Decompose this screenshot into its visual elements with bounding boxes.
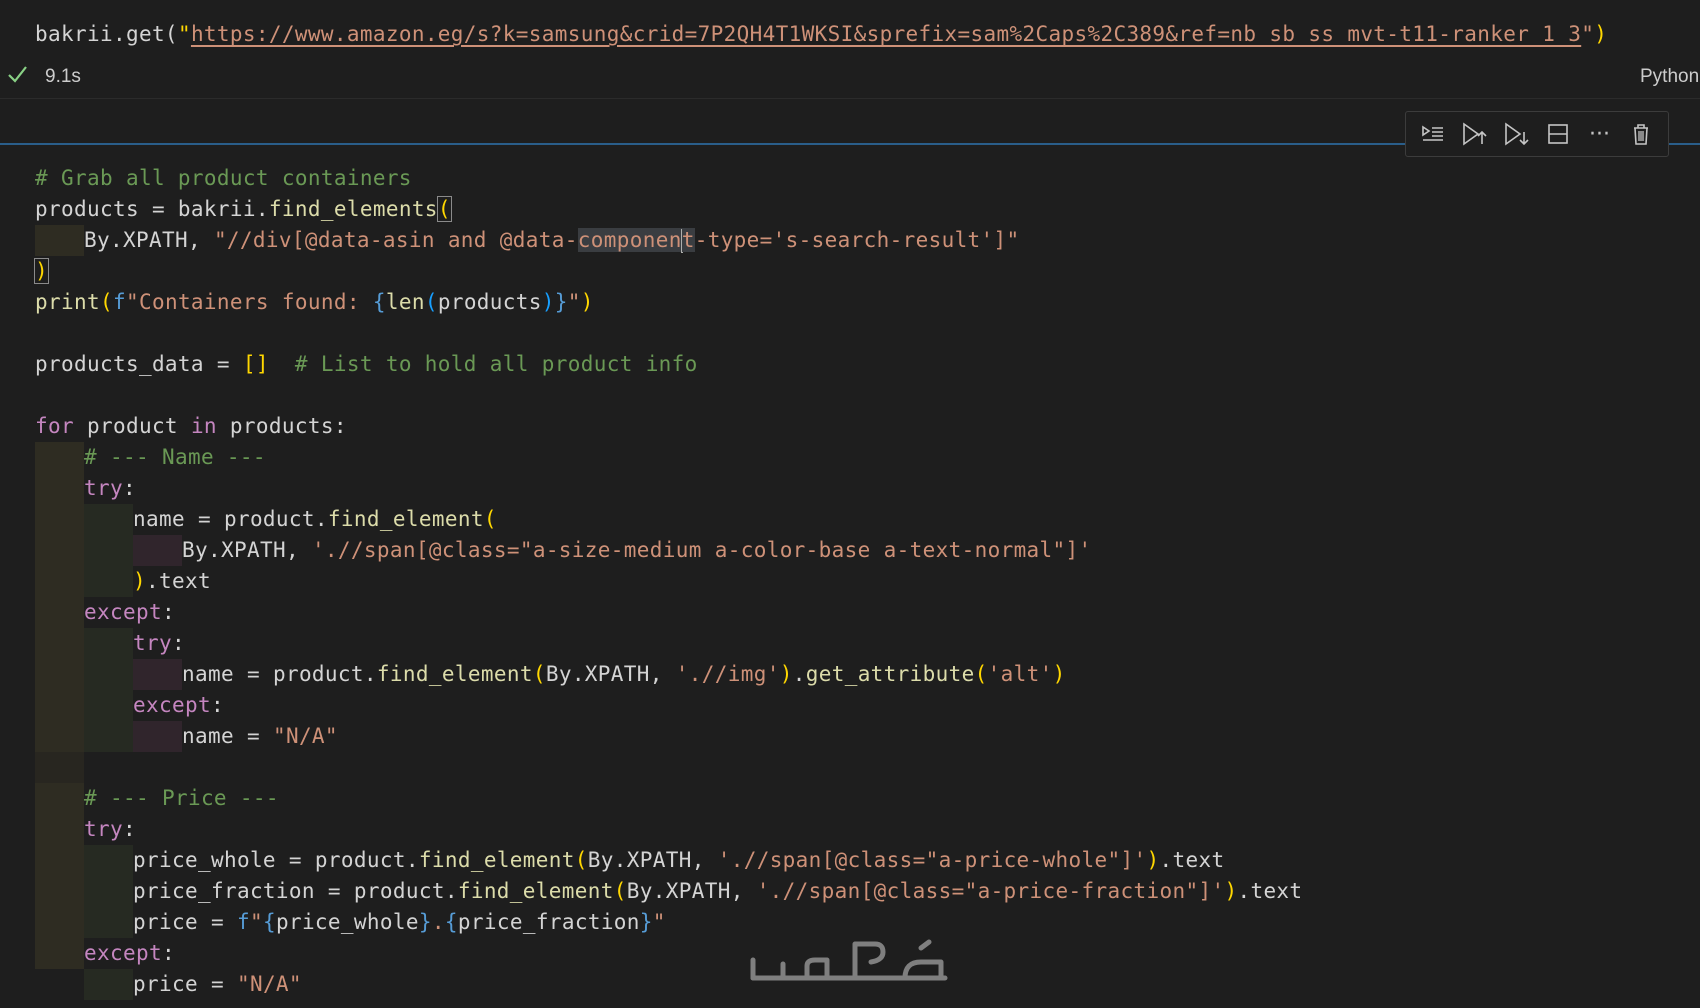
code-line[interactable]: By.XPATH, './/span[@class="a-size-medium…	[182, 535, 1092, 566]
split-cell-button[interactable]	[1541, 117, 1575, 151]
code-line[interactable]: except:	[84, 597, 175, 628]
run-by-line-icon	[1422, 125, 1443, 141]
notebook-editor: bakrii.get("https://www.amazon.eg/s?k=sa…	[0, 0, 1700, 1008]
indent-guide	[35, 225, 84, 256]
execute-above-button[interactable]	[1457, 117, 1491, 151]
indent-guide	[35, 442, 84, 752]
code-line[interactable]: price_whole = product.find_element(By.XP…	[133, 845, 1224, 876]
code-line[interactable]: print(f"Containers found: {len(products)…	[35, 287, 594, 318]
code-line[interactable]: ).text	[133, 566, 211, 597]
code-line[interactable]: price_fraction = product.find_element(By…	[133, 876, 1302, 907]
run-by-line-button[interactable]	[1416, 117, 1450, 151]
execute-above-icon	[1463, 122, 1488, 146]
code-line[interactable]: name = product.find_element(By.XPATH, '.…	[182, 659, 1066, 690]
indent-guide	[35, 783, 84, 969]
indent-guide	[84, 628, 133, 752]
indent-guide	[133, 721, 182, 752]
indent-guide	[84, 969, 133, 1000]
indent-guide	[84, 504, 133, 597]
code-line[interactable]: name = product.find_element(	[133, 504, 497, 535]
cell-toolbar: ···	[1405, 111, 1669, 157]
code-line[interactable]: except:	[133, 690, 224, 721]
delete-icon	[1634, 124, 1649, 145]
code-line[interactable]: products_data = [] # List to hold all pr…	[35, 349, 698, 380]
code-line[interactable]: try:	[133, 628, 185, 659]
code-line[interactable]: # Grab all product containers	[35, 163, 412, 194]
execution-time: 9.1s	[45, 66, 81, 87]
code-line[interactable]: name = "N/A"	[182, 721, 338, 752]
cell-language-label[interactable]: Python	[1640, 66, 1700, 88]
previous-code-cell[interactable]: bakrii.get("https://www.amazon.eg/s?k=sa…	[0, 0, 1700, 99]
code-line[interactable]: try:	[84, 473, 136, 504]
more-actions-button[interactable]: ···	[1582, 117, 1616, 151]
check-icon	[8, 66, 27, 83]
indent-guide	[133, 535, 182, 566]
code-line[interactable]: By.XPATH, "//div[@data-asin and @data-co…	[84, 225, 1020, 256]
url-link[interactable]: https://www.amazon.eg/s?k=samsung&crid=7…	[191, 22, 1581, 46]
split-cell-icon	[1547, 124, 1568, 144]
code-line[interactable]: products = bakrii.find_elements(	[35, 194, 452, 225]
indent-guide	[84, 845, 133, 938]
execute-below-icon	[1505, 122, 1529, 146]
delete-cell-button[interactable]	[1624, 117, 1658, 151]
code-line[interactable]: for product in products:	[35, 411, 347, 442]
more-icon: ···	[1588, 121, 1610, 147]
code-line[interactable]: try:	[84, 814, 136, 845]
code-line[interactable]: )	[34, 256, 49, 287]
code-line[interactable]: price = "N/A"	[133, 969, 302, 1000]
code-line[interactable]: # --- Price ---	[84, 783, 279, 814]
khamsat-watermark-logo	[750, 939, 948, 981]
code-line[interactable]: price = f"{price_whole}.{price_fraction}…	[133, 907, 666, 938]
previous-cell-code-line[interactable]: bakrii.get("https://www.amazon.eg/s?k=sa…	[35, 22, 1607, 46]
code-line[interactable]: except:	[84, 938, 175, 969]
indent-guide	[35, 752, 84, 783]
indent-guide	[133, 659, 182, 690]
execute-below-button[interactable]	[1499, 117, 1533, 151]
code-line[interactable]: # --- Name ---	[84, 442, 266, 473]
